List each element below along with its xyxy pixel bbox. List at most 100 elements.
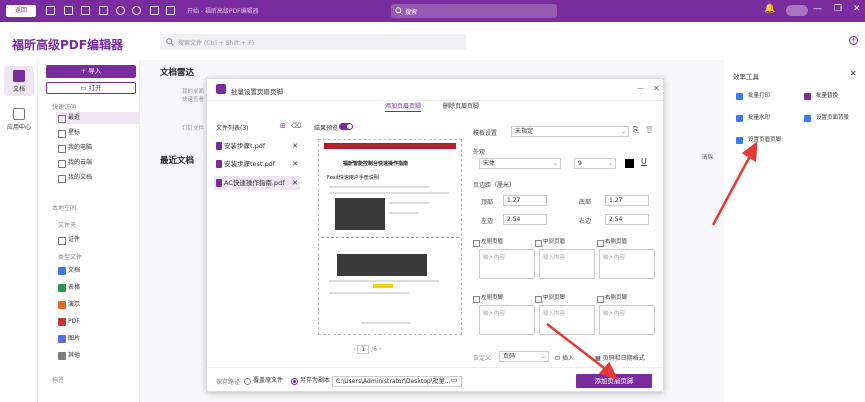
hand-icon[interactable]: [150, 6, 159, 15]
add-file-icon[interactable]: ⊞: [280, 122, 286, 130]
save-copy-radio[interactable]: 另存为副本: [291, 377, 330, 385]
minimize-icon[interactable]: —: [637, 84, 644, 92]
font-color-swatch[interactable]: [625, 159, 634, 168]
file-name: AC快速操作指南.pdf: [224, 179, 285, 187]
top-margin-input[interactable]: 1.27: [503, 195, 547, 206]
folder-item-certificates[interactable]: 证件: [56, 234, 140, 246]
middle-footer-checkbox[interactable]: 中间页脚: [535, 295, 565, 303]
minimize-icon[interactable]: —: [813, 4, 822, 14]
print-icon[interactable]: [99, 6, 108, 15]
right-footer-input[interactable]: 输入内容: [599, 305, 655, 335]
left-footer-input[interactable]: 输入内容: [479, 305, 535, 335]
close-icon[interactable]: ✕: [853, 4, 861, 14]
right-header-checkbox[interactable]: 右侧页眉: [597, 239, 627, 247]
pinned-text: 钉钉文件: [182, 126, 205, 132]
category-other[interactable]: 其他: [56, 350, 140, 362]
background-icon: [804, 115, 811, 122]
tab-remove-header-footer[interactable]: 删除页眉页脚: [443, 101, 479, 110]
preview-toggle[interactable]: [339, 123, 353, 130]
save-path-input[interactable]: C:\Users\Administrator\Desktop\批量...: [332, 376, 462, 387]
delete-all-icon[interactable]: ⌫: [291, 122, 301, 130]
nav-item-recent[interactable]: 最近: [56, 112, 140, 124]
avatar[interactable]: [786, 5, 808, 16]
font-select[interactable]: 宋体 ⌄: [479, 158, 561, 169]
tool-page-background[interactable]: 设置页面背景: [804, 114, 849, 123]
preview-page-1: 福昕智能控制台快速操作指南 Foxit快速用户手册说明: [321, 142, 459, 238]
prev-page-icon[interactable]: ‹: [353, 346, 355, 353]
home-button[interactable]: 返回: [6, 5, 36, 17]
category-spreadsheets[interactable]: 表格: [56, 282, 140, 294]
close-icon[interactable]: ✕: [850, 69, 857, 78]
close-icon[interactable]: ✕: [653, 84, 660, 93]
page-number-input[interactable]: 1: [357, 345, 370, 354]
remove-file-icon[interactable]: ✕: [292, 139, 298, 153]
middle-header-checkbox[interactable]: 中间页眉: [535, 239, 565, 247]
tab-add-header-footer[interactable]: 添加页眉页脚: [385, 101, 422, 112]
global-search-input[interactable]: 搜索: [391, 4, 557, 18]
nav-item-starred[interactable]: 星标: [56, 127, 140, 139]
left-footer-checkbox[interactable]: 左侧页脚: [473, 295, 503, 303]
radar-desktop-text: 我的桌面: [182, 89, 205, 95]
save-icon[interactable]: [81, 6, 90, 15]
select-icon[interactable]: [166, 6, 175, 15]
remove-file-icon[interactable]: ✕: [292, 157, 298, 171]
nav-item-my-computer[interactable]: 我的电脑: [56, 142, 140, 154]
file-row[interactable]: 安装步骤t.pdf ✕: [214, 139, 300, 153]
add-header-footer-button[interactable]: 添加页眉页脚: [576, 374, 652, 388]
import-button[interactable]: + 导入: [46, 65, 136, 78]
left-header-checkbox[interactable]: 左侧页眉: [473, 239, 503, 247]
delete-template-icon[interactable]: 🗑: [645, 126, 654, 134]
font-size-select[interactable]: 9 ⌄: [574, 158, 616, 169]
section-quick-access[interactable]: 快速访问: [52, 102, 76, 111]
middle-footer-input[interactable]: 输入内容: [539, 305, 595, 335]
page-date-format-button[interactable]: ▦ 页码和日期格式: [595, 353, 645, 362]
template-select[interactable]: 未指定 ⌄: [511, 126, 629, 137]
folder-browse-icon[interactable]: ▭: [451, 376, 458, 384]
rail-item-documents[interactable]: 文档: [4, 66, 34, 96]
open-button[interactable]: ▭ 打开: [46, 82, 136, 94]
section-folders[interactable]: 文件夹: [58, 220, 76, 229]
right-footer-checkbox[interactable]: 右侧页脚: [597, 295, 627, 303]
undo-icon[interactable]: [116, 6, 125, 15]
category-pdf[interactable]: PDF: [56, 316, 140, 328]
custom-select[interactable]: 页码 ⌄: [499, 351, 549, 362]
bell-icon[interactable]: 🔔: [764, 4, 775, 14]
page-navigator: ‹ 1 /6 ›: [353, 345, 381, 354]
nav-item-my-cloud[interactable]: 我的云端: [56, 157, 140, 169]
file-row[interactable]: 安装步骤test.pdf ✕: [214, 157, 300, 171]
tool-header-footer[interactable]: 设置页眉页脚: [736, 136, 781, 145]
middle-header-input[interactable]: 输入内容: [539, 249, 595, 279]
folder-icon[interactable]: [64, 6, 73, 15]
nav-item-my-documents[interactable]: 我的文档: [56, 172, 140, 184]
save-template-icon[interactable]: ⎘: [633, 126, 639, 135]
clear-button[interactable]: 清除: [702, 153, 713, 161]
bottom-margin-input[interactable]: 1.27: [605, 195, 649, 206]
rail-item-app-center[interactable]: 应用中心: [4, 104, 34, 134]
right-margin-input[interactable]: 2.54: [605, 214, 649, 225]
restore-icon[interactable]: ❐: [834, 4, 842, 14]
left-header-input[interactable]: 输入内容: [479, 249, 535, 279]
add-circle-icon[interactable]: +: [849, 36, 858, 45]
tool-batch-replace[interactable]: 批量替换: [804, 92, 838, 101]
next-page-icon[interactable]: ›: [379, 346, 381, 353]
redo-icon[interactable]: [132, 6, 141, 15]
left-margin-input[interactable]: 2.54: [503, 214, 547, 225]
section-local-space[interactable]: 本地空间: [52, 203, 76, 212]
word-icon: [58, 267, 66, 275]
document-search-input[interactable]: 搜索文件 (Ctrl + Shift + F): [160, 34, 466, 50]
tool-batch-print[interactable]: 批量打印: [736, 92, 770, 101]
remove-file-icon[interactable]: ✕: [292, 176, 298, 190]
insert-button[interactable]: ⊡ 插入: [555, 353, 574, 362]
section-tags[interactable]: 标签: [52, 375, 64, 384]
category-presentations[interactable]: 演示: [56, 299, 140, 311]
section-file-types[interactable]: 类型文件: [58, 252, 82, 261]
category-images[interactable]: 图片: [56, 333, 140, 345]
category-documents[interactable]: 文档: [56, 265, 140, 277]
underline-icon[interactable]: U: [641, 157, 647, 166]
new-file-icon[interactable]: [46, 6, 55, 15]
right-header-input[interactable]: 输入内容: [599, 249, 655, 279]
category-label: 文档: [68, 267, 81, 274]
overwrite-radio[interactable]: 覆盖原文件: [244, 377, 283, 385]
file-row-selected[interactable]: AC快速操作指南.pdf ✕: [214, 176, 300, 190]
tool-batch-watermark[interactable]: 批量水印: [736, 114, 770, 123]
